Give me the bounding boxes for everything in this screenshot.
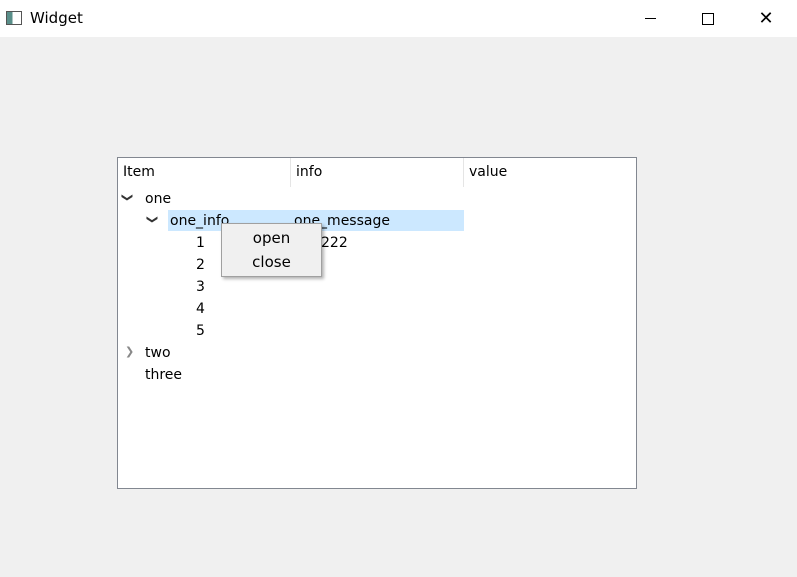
- tree-item-5[interactable]: 5: [196, 320, 205, 342]
- menu-item-open[interactable]: open: [222, 227, 321, 249]
- tree-item-three[interactable]: three: [145, 364, 182, 386]
- window-title: Widget: [30, 9, 83, 27]
- chevron-right-icon[interactable]: ❯: [125, 345, 134, 358]
- header-value[interactable]: value: [464, 158, 636, 187]
- tree-item-1[interactable]: 1: [196, 232, 205, 254]
- tree-widget[interactable]: Item info value ❯ one ❯ one_info one_mes…: [117, 157, 637, 489]
- minimize-icon: [644, 18, 656, 19]
- close-button[interactable]: ✕: [737, 0, 795, 37]
- app-window-icon: [6, 11, 22, 25]
- tree-item-2[interactable]: 2: [196, 254, 205, 276]
- expand-arrow-icon[interactable]: ❯: [121, 193, 134, 202]
- tree-item-two[interactable]: two: [145, 342, 171, 364]
- header-item[interactable]: Item: [118, 158, 291, 187]
- tree-item-3[interactable]: 3: [196, 276, 205, 298]
- chevron-down-icon[interactable]: ❯: [146, 215, 159, 224]
- title-bar: Widget ✕: [0, 0, 797, 37]
- menu-item-close[interactable]: close: [222, 251, 321, 273]
- context-menu: open close: [221, 223, 322, 277]
- maximize-button[interactable]: [679, 0, 737, 37]
- maximize-icon: [702, 12, 714, 25]
- close-icon: ✕: [758, 8, 774, 29]
- tree-item-one[interactable]: one: [145, 188, 171, 210]
- minimize-button[interactable]: [621, 0, 679, 37]
- tree-item-1-info: 222: [321, 235, 348, 251]
- header-info[interactable]: info: [291, 158, 464, 187]
- tree-item-4[interactable]: 4: [196, 298, 205, 320]
